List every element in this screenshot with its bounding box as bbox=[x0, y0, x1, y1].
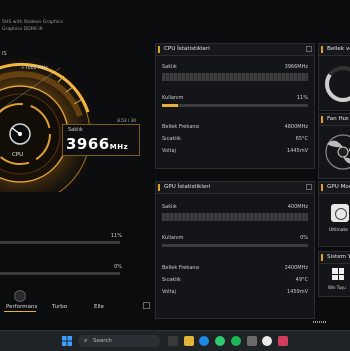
gauge-max-label: +7000 MHz bbox=[21, 66, 48, 71]
left-usage-value-2: 0% bbox=[114, 264, 122, 270]
system-panel-title: Sistem Ya bbox=[319, 252, 350, 264]
gpu-voltage-row: Voltaj 1459mV bbox=[162, 289, 308, 295]
gpu-usage-value: 0% bbox=[300, 235, 308, 241]
cpu-mem-row: Bellek Frekansı 4800MHz bbox=[162, 124, 308, 130]
cpu-usage-row: Kullanım 11% bbox=[162, 95, 308, 101]
cpu-usage-label: Kullanım bbox=[162, 95, 184, 101]
left-usage-bar-1 bbox=[0, 241, 120, 244]
gpu-clock-history bbox=[162, 213, 308, 221]
system-label: Win Tuşu bbox=[328, 285, 346, 290]
cpu-panel-title: CPU İstatistikleri bbox=[156, 44, 314, 56]
cpu-voltage-value: 1445mV bbox=[286, 148, 308, 154]
start-button-icon[interactable] bbox=[62, 336, 72, 346]
edge-browser-icon[interactable] bbox=[199, 336, 209, 346]
cpu-usage-value: 11% bbox=[296, 95, 308, 101]
mode-manual-button[interactable]: Elle bbox=[94, 304, 104, 310]
cpu-clock-row: Saklık 3966MHz bbox=[162, 64, 308, 70]
cpu-speed-gauge bbox=[0, 56, 98, 192]
system-panel: Sistem Ya Win Tuşu bbox=[318, 251, 350, 297]
whatsapp-icon[interactable] bbox=[215, 336, 225, 346]
windows-taskbar: ⌕ Search bbox=[0, 330, 350, 351]
gpu-stats-panel: GPU İstatistikleri Saklık 400MHz Kullanı… bbox=[155, 181, 315, 319]
panel-corner-icon bbox=[306, 184, 312, 190]
gpu-usage-bar bbox=[162, 244, 308, 247]
windows-key-icon[interactable] bbox=[332, 268, 344, 280]
cpu-stats-panel: CPU İstatistikleri Saklık 3966MHz Kullan… bbox=[155, 43, 315, 169]
fan-panel-title: Fan Hızı bbox=[319, 114, 350, 126]
gpu-clock-label: Saklık bbox=[162, 204, 177, 210]
gpu-temp-row: Sıcaklık 49°C bbox=[162, 277, 308, 283]
gpu-usage-row: Kullanım 0% bbox=[162, 235, 308, 241]
resize-grip[interactable] bbox=[313, 321, 327, 323]
spotify-icon[interactable] bbox=[231, 336, 241, 346]
cpu-usage-bar bbox=[162, 104, 308, 107]
app-icon[interactable] bbox=[247, 336, 257, 346]
panel-corner-icon bbox=[306, 46, 312, 52]
readout-value: 3966MHz bbox=[66, 135, 129, 153]
gpu-mode-icon[interactable] bbox=[331, 204, 349, 222]
memory-panel-title: Bellek ve bbox=[319, 44, 350, 56]
cpu-temp-label: Sıcaklık bbox=[162, 136, 181, 142]
mode-turbo-button[interactable]: Turbo bbox=[52, 304, 67, 310]
cpu-temp-row: Sıcaklık 65°C bbox=[162, 136, 308, 142]
cpu-mem-label: Bellek Frekansı bbox=[162, 124, 200, 130]
gpu-mem-value: 2400MHz bbox=[284, 265, 308, 271]
gpu-mem-row: Bellek Frekansı 2400MHz bbox=[162, 265, 308, 271]
cpu-speed-readout: 8.53 / 30 Saklık 3966MHz bbox=[62, 118, 140, 156]
gpu-clock-row: Saklık 400MHz bbox=[162, 204, 308, 210]
cpu-usage-fill bbox=[162, 104, 179, 107]
app-icon[interactable] bbox=[278, 336, 288, 346]
gpu-mode-title: GPU Mod bbox=[319, 182, 350, 194]
memory-panel: Bellek ve bbox=[318, 43, 350, 111]
fan-icon bbox=[325, 134, 350, 170]
performance-icon bbox=[14, 290, 26, 302]
gpu-spec-text: Graphics DDR6 i9 bbox=[2, 27, 43, 32]
left-usage-value-1: 11% bbox=[110, 233, 122, 239]
cpu-spec-text: 5HS with Radeon Graphics bbox=[2, 20, 64, 25]
cpu-mem-value: 4800MHz bbox=[284, 124, 308, 130]
readout-label: Saklık bbox=[68, 127, 83, 133]
file-explorer-icon[interactable] bbox=[184, 336, 194, 346]
gpu-temp-value: 49°C bbox=[295, 277, 308, 283]
memory-ring-icon bbox=[325, 66, 350, 102]
gpu-temp-label: Sıcaklık bbox=[162, 277, 181, 283]
cpu-voltage-label: Voltaj bbox=[162, 148, 176, 154]
gpu-panel-title: GPU İstatistikleri bbox=[156, 182, 314, 194]
taskbar-search[interactable]: ⌕ Search bbox=[78, 335, 160, 347]
gpu-mem-label: Bellek Frekansı bbox=[162, 265, 200, 271]
gpu-usage-label: Kullanım bbox=[162, 235, 184, 241]
left-usage-bar-2 bbox=[0, 272, 120, 275]
corner-marker bbox=[143, 302, 150, 309]
gpu-mode-label: Ultimate bbox=[329, 228, 348, 233]
gpu-clock-value: 400MHz bbox=[287, 204, 308, 210]
armoury-icon[interactable] bbox=[262, 336, 272, 346]
mode-selector: Performans Turbo Elle bbox=[0, 290, 150, 320]
cpu-voltage-row: Voltaj 1445mV bbox=[162, 148, 308, 154]
search-icon: ⌕ bbox=[84, 337, 88, 344]
cpu-clock-label: Saklık bbox=[162, 64, 177, 70]
search-placeholder: Search bbox=[93, 338, 112, 344]
cpu-temp-value: 65°C bbox=[295, 136, 308, 142]
cpu-clock-history bbox=[162, 73, 308, 81]
mode-performance-button[interactable]: Performans bbox=[6, 304, 37, 310]
task-view-icon[interactable] bbox=[168, 336, 178, 346]
gpu-voltage-value: 1459mV bbox=[286, 289, 308, 295]
fan-speed-panel: Fan Hızı bbox=[318, 113, 350, 179]
readout-range: 8.53 / 30 bbox=[117, 118, 136, 123]
gpu-voltage-label: Voltaj bbox=[162, 289, 176, 295]
gpu-mode-panel: GPU Mod Ultimate bbox=[318, 181, 350, 247]
cpu-label: CPU bbox=[12, 152, 24, 158]
active-mode-indicator bbox=[4, 311, 36, 312]
cpu-clock-value: 3966MHz bbox=[284, 64, 308, 70]
